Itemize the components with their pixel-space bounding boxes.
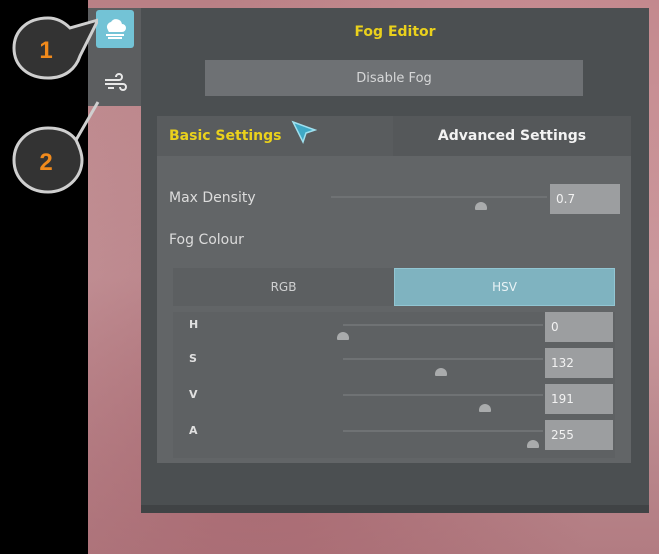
- tab-label: Basic Settings: [169, 128, 282, 144]
- tab-label: Advanced Settings: [437, 128, 587, 144]
- hsv-mode-button[interactable]: HSV: [394, 268, 615, 306]
- tab-advanced-settings[interactable]: Advanced Settings: [393, 116, 631, 156]
- colour-mode-toggle: RGB HSV: [173, 268, 615, 306]
- alpha-value-field[interactable]: 255: [545, 420, 613, 450]
- alpha-slider[interactable]: [343, 430, 543, 432]
- saturation-slider[interactable]: [343, 358, 543, 360]
- wind-icon: [105, 73, 127, 91]
- pointer-cursor-icon: [291, 120, 317, 144]
- tab-basic-settings[interactable]: Basic Settings: [157, 116, 393, 156]
- hue-slider[interactable]: [343, 324, 543, 326]
- alpha-label: A: [189, 424, 198, 437]
- callout-number: 2: [39, 149, 52, 176]
- max-density-label: Max Density: [169, 190, 256, 206]
- saturation-slider-knob[interactable]: [435, 368, 447, 376]
- alpha-slider-knob[interactable]: [527, 440, 539, 448]
- settings-content: Basic Settings Advanced Settings Max Den…: [157, 116, 631, 463]
- disable-fog-button[interactable]: Disable Fog: [205, 60, 583, 96]
- fog-colour-label: Fog Colour: [169, 232, 244, 248]
- panel-bottom-bar: [141, 505, 649, 513]
- left-black-margin: [0, 0, 88, 554]
- hsv-channel-area: H 0 S 132 V 191 A 255: [173, 312, 615, 458]
- value-slider-knob[interactable]: [479, 404, 491, 412]
- saturation-label: S: [189, 352, 197, 365]
- value-slider[interactable]: [343, 394, 543, 396]
- max-density-slider-knob[interactable]: [475, 202, 487, 210]
- hue-value-field[interactable]: 0: [545, 312, 613, 342]
- rgb-mode-button[interactable]: RGB: [173, 268, 394, 306]
- max-density-value-field[interactable]: 0.7: [550, 184, 620, 214]
- panel-title: Fog Editor: [354, 24, 436, 40]
- value-value-field[interactable]: 191: [545, 384, 613, 414]
- callout-number: 1: [39, 37, 52, 64]
- max-density-slider[interactable]: [331, 196, 547, 198]
- value-label: V: [189, 388, 198, 401]
- callout-badge-2: 2: [12, 101, 100, 194]
- hue-slider-knob[interactable]: [337, 332, 349, 340]
- cloud-icon: [106, 19, 126, 39]
- fog-tool-button[interactable]: [96, 10, 134, 48]
- callout-badge-1: 1: [12, 16, 98, 80]
- saturation-value-field[interactable]: 132: [545, 348, 613, 378]
- fog-editor-panel: Fog Editor Disable Fog Basic Settings Ad…: [141, 8, 649, 513]
- wind-tool-button[interactable]: [96, 64, 134, 102]
- hue-label: H: [189, 318, 199, 331]
